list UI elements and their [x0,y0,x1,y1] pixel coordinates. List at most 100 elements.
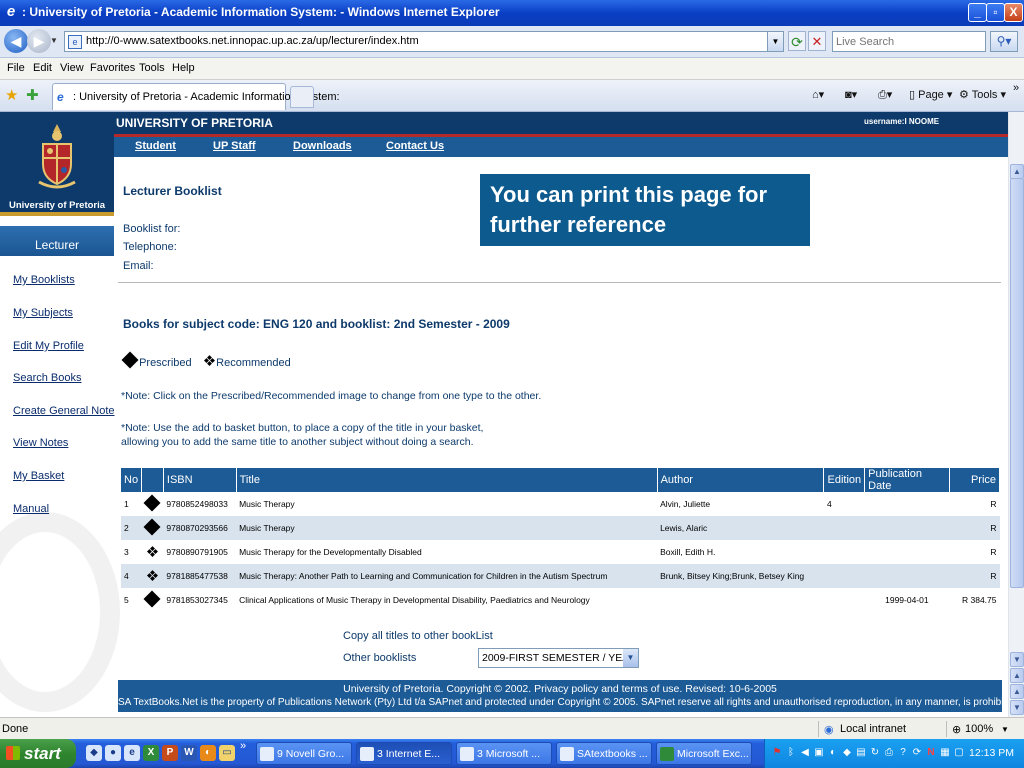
shield-tray-icon[interactable]: ◆ [841,746,853,760]
sidebar-item-my-subjects[interactable]: My Subjects [13,307,73,319]
printer-tray-icon[interactable]: ⎙ [883,746,895,760]
sync-tray-icon[interactable]: ↻ [869,746,881,760]
quicklaunch-desktop-icon[interactable]: ◆ [86,745,102,761]
live-search-box[interactable] [832,31,986,52]
novell-tray-icon[interactable]: N [925,746,937,760]
footer-rights: SA TextBooks.Net is the property of Publ… [118,697,1008,708]
scrollbar-thumb[interactable] [1010,178,1024,588]
start-button[interactable]: start [0,739,76,768]
menu-help[interactable]: Help [172,62,195,74]
security-tray-icon[interactable]: ◐ [827,746,839,760]
university-logo-block[interactable]: University of Pretoria [0,112,114,212]
address-field[interactable]: e http://0-www.satextbooks.net.innopac.u… [64,31,784,52]
add-favorites-icon[interactable]: ✚ [26,86,39,104]
scroll-up-icon[interactable]: ▲ [1010,164,1024,179]
monitor-tray-icon[interactable]: ▢ [953,746,965,760]
nav-contact-us[interactable]: Contact Us [386,140,444,152]
task-internet-explorer[interactable]: 3 Internet E... [356,742,452,765]
stop-icon[interactable]: ✕ [808,31,826,51]
search-input[interactable] [833,32,983,51]
isbn-cell: 9780890791905 [166,547,228,557]
sidebar-item-search-books[interactable]: Search Books [13,372,81,384]
nav-downloads[interactable]: Downloads [293,140,352,152]
menu-favorites[interactable]: Favorites [90,62,135,74]
sidebar-item-edit-my-profile[interactable]: Edit My Profile [13,340,84,352]
page-scrollbar[interactable]: ▲ ▼ ▲ ▲ ▼ [1008,112,1024,717]
nav-up-staff[interactable]: UP Staff [213,140,256,152]
quicklaunch-more[interactable]: » [240,740,246,752]
task-microsoft-excel[interactable]: Microsoft Exc... [656,742,752,765]
url-text[interactable]: http://0-www.satextbooks.net.innopac.up.… [86,35,419,47]
feeds-icon[interactable]: ◙▾ [845,88,857,101]
quicklaunch-ie-icon[interactable]: e [124,745,140,761]
flag-tray-icon[interactable]: ⚑ [771,746,783,760]
update-tray-icon[interactable]: ⟳ [911,746,923,760]
zoom-level[interactable]: 100% [965,723,993,735]
zoom-icon[interactable]: ⊕ [952,723,961,736]
network-tray-icon[interactable]: ▣ [813,746,825,760]
zoom-dropdown-icon[interactable]: ▼ [1001,725,1009,734]
sidebar-item-manual[interactable]: Manual [13,503,49,515]
outlook-tray-icon[interactable]: ▦ [939,746,951,760]
menu-tools[interactable]: Tools [139,62,165,74]
scroll-up-icon-2[interactable]: ▲ [1010,668,1024,683]
close-button[interactable]: X [1004,3,1023,22]
menu-edit[interactable]: Edit [33,62,52,74]
nav-student[interactable]: Student [135,140,176,152]
scroll-down-icon-2[interactable]: ▼ [1010,700,1024,715]
clock: 12:13 PM [969,747,1014,759]
tools-menu[interactable]: ⚙ Tools ▾ [959,88,1006,101]
quicklaunch-excel-icon[interactable]: X [143,745,159,761]
refresh-icon[interactable]: ⟳ [788,31,806,51]
back-button[interactable]: ◀ [4,29,28,53]
chevron-down-icon[interactable]: ▼ [623,649,638,667]
task-label: Microsoft Exc... [677,748,749,760]
sidebar-item-create-general-note[interactable]: Create General Note [13,405,115,417]
quicklaunch-firefox-icon[interactable]: ◐ [200,745,216,761]
home-icon[interactable]: ⌂▾ [812,88,824,101]
print-icon[interactable]: ⎙▾ [878,88,892,102]
favorites-star-icon[interactable]: ★ [5,86,18,104]
quicklaunch-media-icon[interactable]: ● [105,745,121,761]
table-row: 4 ❖ 9781885477538 Music Therapy: Another Pa… [121,564,1000,588]
minimize-button[interactable]: _ [968,3,987,22]
sidebar-item-view-notes[interactable]: View Notes [13,437,68,449]
note-basket-line1: *Note: Use the add to basket button, to … [121,422,484,434]
forward-button[interactable]: ▶ [27,29,51,53]
prescribed-icon[interactable] [143,590,161,608]
browser-tab[interactable]: e : University of Pretoria - Academic In… [52,83,340,110]
windows-taskbar: start ◆ ● e X P W ◐ ▭ » 9 Novell Gro... … [0,739,1024,768]
recommended-icon[interactable]: ❖ [146,568,159,585]
scroll-down-icon[interactable]: ▼ [1010,652,1024,667]
menu-file[interactable]: File [7,62,25,74]
display-tray-icon[interactable]: ▤ [855,746,867,760]
recent-pages-dropdown-icon[interactable]: ▼ [50,36,58,45]
bluetooth-tray-icon[interactable]: ᛒ [785,746,797,760]
task-microsoft-office[interactable]: 3 Microsoft ... [456,742,552,765]
menu-view[interactable]: View [60,62,84,74]
help-tray-icon[interactable]: ? [897,746,909,760]
other-booklists-select[interactable]: 2009-FIRST SEMESTER / YEAR ▼ [478,648,639,668]
maximize-button[interactable]: ▫ [986,3,1005,22]
more-commands-icon[interactable]: » [1013,82,1019,94]
email-label: Email: [123,260,154,272]
prescribed-icon[interactable] [143,494,161,512]
new-tab-button[interactable] [290,86,314,108]
prescribed-icon[interactable] [143,518,161,536]
volume-tray-icon[interactable]: ◀ [799,746,811,760]
copy-all-titles-link[interactable]: Copy all titles to other bookList [343,630,493,642]
address-dropdown-icon[interactable]: ▼ [767,32,783,51]
crest-watermark [0,512,120,712]
page-menu[interactable]: ▯ Page ▾ [909,88,952,101]
quicklaunch-word-icon[interactable]: W [181,745,197,761]
recommended-icon[interactable]: ❖ [146,544,159,561]
sidebar-item-my-booklists[interactable]: My Booklists [13,274,75,286]
search-icon[interactable]: ⚲▾ [990,31,1018,52]
quicklaunch-folder-icon[interactable]: ▭ [219,745,235,761]
note-basket-line2: allowing you to add the same title to an… [121,436,474,448]
scroll-page-icon[interactable]: ▲ [1010,684,1024,699]
quicklaunch-powerpoint-icon[interactable]: P [162,745,178,761]
sidebar-item-my-basket[interactable]: My Basket [13,470,64,482]
task-novell-groupwise[interactable]: 9 Novell Gro... [256,742,352,765]
task-satextbooks[interactable]: SAtextbooks ... [556,742,652,765]
